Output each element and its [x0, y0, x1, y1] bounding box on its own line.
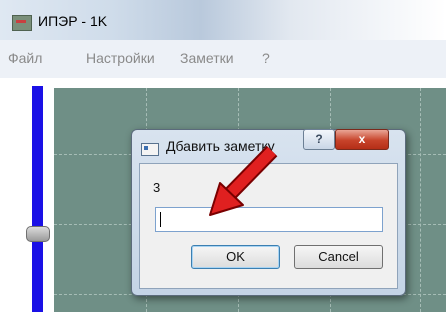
menu-file[interactable]: Файл [8, 50, 42, 66]
dialog-icon [141, 143, 159, 156]
close-button[interactable]: x [335, 129, 389, 150]
help-button[interactable]: ? [303, 129, 335, 150]
ok-button[interactable]: OK [191, 245, 280, 269]
note-input[interactable] [155, 207, 383, 232]
dialog-title: Дбавить заметку [166, 138, 275, 154]
menu-help[interactable]: ? [262, 50, 270, 66]
cancel-button[interactable]: Cancel [294, 245, 383, 269]
menu-notes[interactable]: Заметки [180, 50, 234, 66]
prompt-label: 3 [153, 180, 161, 195]
vertical-slider[interactable] [32, 86, 43, 312]
grid-line [420, 88, 421, 312]
title-bar: ИПЭР - 1K [0, 0, 446, 40]
dialog-body: 3 OK Cancel [139, 163, 398, 289]
slider-handle[interactable] [26, 226, 50, 242]
menu-bar: Файл Настройки Заметки ? [0, 40, 446, 78]
add-note-dialog: Дбавить заметку ? x 3 OK Cancel [131, 129, 406, 296]
app-icon [12, 15, 32, 31]
menu-settings[interactable]: Настройки [86, 50, 155, 66]
window-title: ИПЭР - 1K [38, 13, 108, 29]
text-caret [160, 212, 161, 227]
